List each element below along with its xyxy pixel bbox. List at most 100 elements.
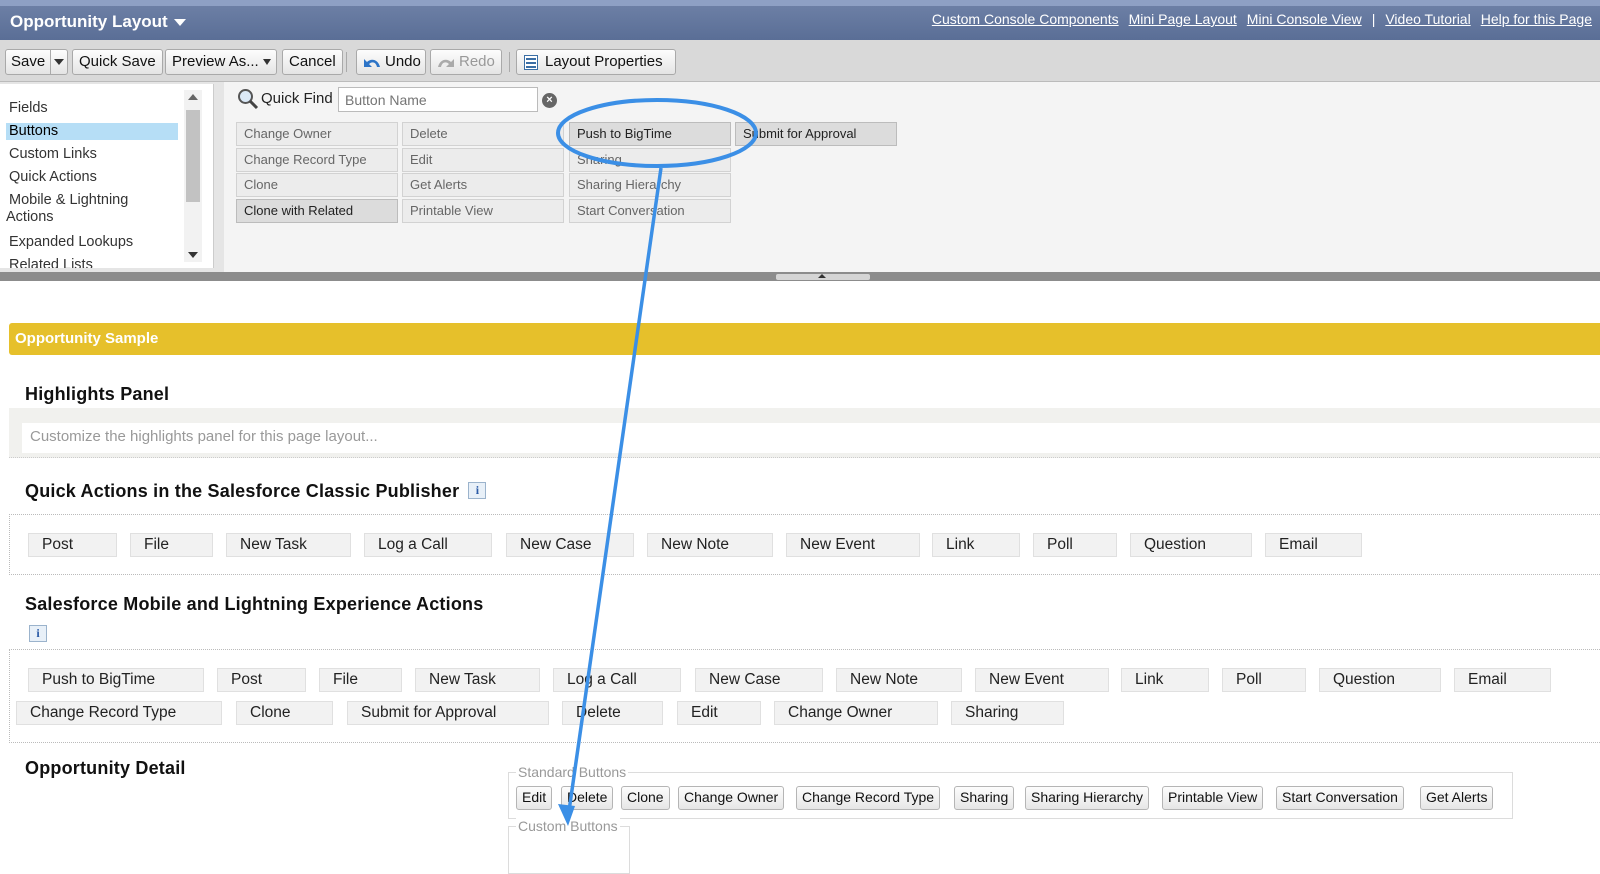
layout-section-header: Opportunity Sample (9, 323, 1600, 355)
mini-page-layout-link[interactable]: Mini Page Layout (1129, 11, 1237, 27)
mobile-action-change-record-type[interactable]: Change Record Type (16, 701, 222, 725)
action-new-note[interactable]: New Note (647, 533, 773, 557)
category-quick-actions[interactable]: Quick Actions (6, 169, 178, 186)
mobile-action-file[interactable]: File (319, 668, 402, 692)
action-email[interactable]: Email (1265, 533, 1362, 557)
palette-button-delete[interactable]: Delete (402, 122, 564, 146)
palette-button-get-alerts[interactable]: Get Alerts (402, 173, 564, 197)
cancel-button[interactable]: Cancel (282, 49, 343, 75)
mobile-action-push-to-bigtime[interactable]: Push to BigTime (28, 668, 204, 692)
mobile-action-sharing[interactable]: Sharing (951, 701, 1064, 725)
palette-button-change-owner[interactable]: Change Owner (236, 122, 398, 146)
layout-properties-button[interactable]: Layout Properties (516, 49, 676, 75)
mobile-action-new-case[interactable]: New Case (695, 668, 823, 692)
mobile-action-poll[interactable]: Poll (1222, 668, 1306, 692)
video-tutorial-link[interactable]: Video Tutorial (1385, 11, 1470, 27)
action-new-case[interactable]: New Case (506, 533, 634, 557)
redo-label: Redo (459, 53, 495, 70)
mobile-action-new-note[interactable]: New Note (836, 668, 962, 692)
palette-button-start-conversation[interactable]: Start Conversation (569, 199, 731, 223)
palette-button-sharing[interactable]: Sharing (569, 148, 731, 172)
scroll-down-icon[interactable] (188, 252, 198, 258)
layout-properties-label: Layout Properties (545, 53, 663, 70)
standard-buttons-legend: Standard Buttons (516, 764, 629, 780)
mobile-action-submit-for-approval[interactable]: Submit for Approval (347, 701, 549, 725)
action-log-a-call[interactable]: Log a Call (364, 533, 492, 557)
standard-button-printable-view[interactable]: Printable View (1162, 786, 1264, 810)
category-custom-links[interactable]: Custom Links (6, 146, 178, 163)
category-related-lists[interactable]: Related Lists (6, 257, 178, 268)
action-new-event[interactable]: New Event (786, 533, 920, 557)
standard-button-get-alerts[interactable]: Get Alerts (1420, 786, 1494, 810)
palette-button-sharing-hierarchy[interactable]: Sharing Hierarchy (569, 173, 731, 197)
save-button[interactable]: Save (11, 50, 45, 74)
category-buttons[interactable]: Buttons (6, 123, 178, 140)
redo-icon (438, 59, 454, 67)
palette-button-change-record-type[interactable]: Change Record Type (236, 148, 398, 172)
palette-button-printable-view[interactable]: Printable View (402, 199, 564, 223)
action-poll[interactable]: Poll (1033, 533, 1117, 557)
category-mobile-lightning-actions[interactable]: Mobile & Lightning Actions (6, 192, 178, 226)
chevron-down-icon[interactable] (54, 59, 64, 65)
palette-button-clone-with-related[interactable]: Clone with Related (236, 199, 398, 223)
mobile-action-new-event[interactable]: New Event (975, 668, 1109, 692)
scroll-up-icon[interactable] (188, 94, 198, 100)
standard-button-edit[interactable]: Edit (516, 786, 553, 810)
mobile-action-post[interactable]: Post (217, 668, 306, 692)
undo-button[interactable]: Undo (356, 49, 426, 75)
action-question[interactable]: Question (1130, 533, 1252, 557)
collapse-handle[interactable] (776, 274, 870, 280)
category-fields[interactable]: Fields (6, 100, 178, 117)
mobile-action-question[interactable]: Question (1319, 668, 1441, 692)
action-link[interactable]: Link (932, 533, 1020, 557)
palette-items-area: Quick Find × Change Owner Delete Push to… (224, 82, 1600, 272)
palette-button-submit-for-approval[interactable]: Submit for Approval (735, 122, 897, 146)
classic-publisher-title-text: Quick Actions in the Salesforce Classic … (25, 481, 460, 501)
redo-button[interactable]: Redo (430, 49, 502, 75)
mobile-action-edit[interactable]: Edit (677, 701, 761, 725)
page-header: Opportunity Layout Custom Console Compon… (0, 0, 1600, 40)
category-scrollbar[interactable] (184, 90, 202, 262)
toolbar: Save Quick Save Preview As... Cancel Und… (0, 40, 1600, 82)
palette-button-clone[interactable]: Clone (236, 173, 398, 197)
standard-button-delete[interactable]: Delete (561, 786, 614, 810)
palette-button-push-to-bigtime[interactable]: Push to BigTime (569, 122, 731, 146)
mobile-action-change-owner[interactable]: Change Owner (774, 701, 938, 725)
palette-button-edit[interactable]: Edit (402, 148, 564, 172)
custom-buttons-legend: Custom Buttons (516, 818, 620, 834)
standard-button-change-record-type[interactable]: Change Record Type (796, 786, 941, 810)
standard-button-change-owner[interactable]: Change Owner (678, 786, 785, 810)
standard-button-clone[interactable]: Clone (621, 786, 670, 810)
mini-console-view-link[interactable]: Mini Console View (1247, 11, 1362, 27)
mobile-action-clone[interactable]: Clone (236, 701, 333, 725)
standard-button-start-conversation[interactable]: Start Conversation (1276, 786, 1404, 810)
mobile-action-link[interactable]: Link (1121, 668, 1209, 692)
palette-resize-divider[interactable] (0, 272, 1600, 281)
action-file[interactable]: File (130, 533, 213, 557)
preview-as-button[interactable]: Preview As... (165, 49, 277, 75)
category-expanded-lookups[interactable]: Expanded Lookups (6, 234, 178, 251)
preview-as-label: Preview As... (172, 53, 259, 70)
page-title: Opportunity Layout (10, 12, 168, 31)
quick-find-input[interactable] (338, 87, 538, 112)
standard-button-sharing-hierarchy[interactable]: Sharing Hierarchy (1025, 786, 1150, 810)
highlights-panel[interactable]: Customize the highlights panel for this … (9, 408, 1600, 458)
link-separator: | (1371, 11, 1376, 27)
custom-console-components-link[interactable]: Custom Console Components (932, 11, 1119, 27)
close-icon[interactable]: × (542, 93, 557, 108)
mobile-action-delete[interactable]: Delete (562, 701, 663, 725)
help-link[interactable]: Help for this Page (1481, 11, 1592, 27)
standard-button-sharing[interactable]: Sharing (954, 786, 1015, 810)
mobile-action-log-a-call[interactable]: Log a Call (553, 668, 681, 692)
classic-publisher-zone: Post File New Task Log a Call New Case N… (9, 514, 1600, 575)
quick-save-button[interactable]: Quick Save (72, 49, 163, 75)
info-icon[interactable]: i (29, 625, 47, 642)
chevron-down-icon (263, 59, 271, 65)
mobile-action-new-task[interactable]: New Task (415, 668, 540, 692)
action-post[interactable]: Post (28, 533, 117, 557)
action-new-task[interactable]: New Task (226, 533, 351, 557)
scroll-thumb[interactable] (186, 110, 200, 202)
info-icon[interactable]: i (468, 482, 487, 499)
mobile-action-email[interactable]: Email (1454, 668, 1551, 692)
layout-title-menu[interactable]: Opportunity Layout (10, 12, 186, 32)
